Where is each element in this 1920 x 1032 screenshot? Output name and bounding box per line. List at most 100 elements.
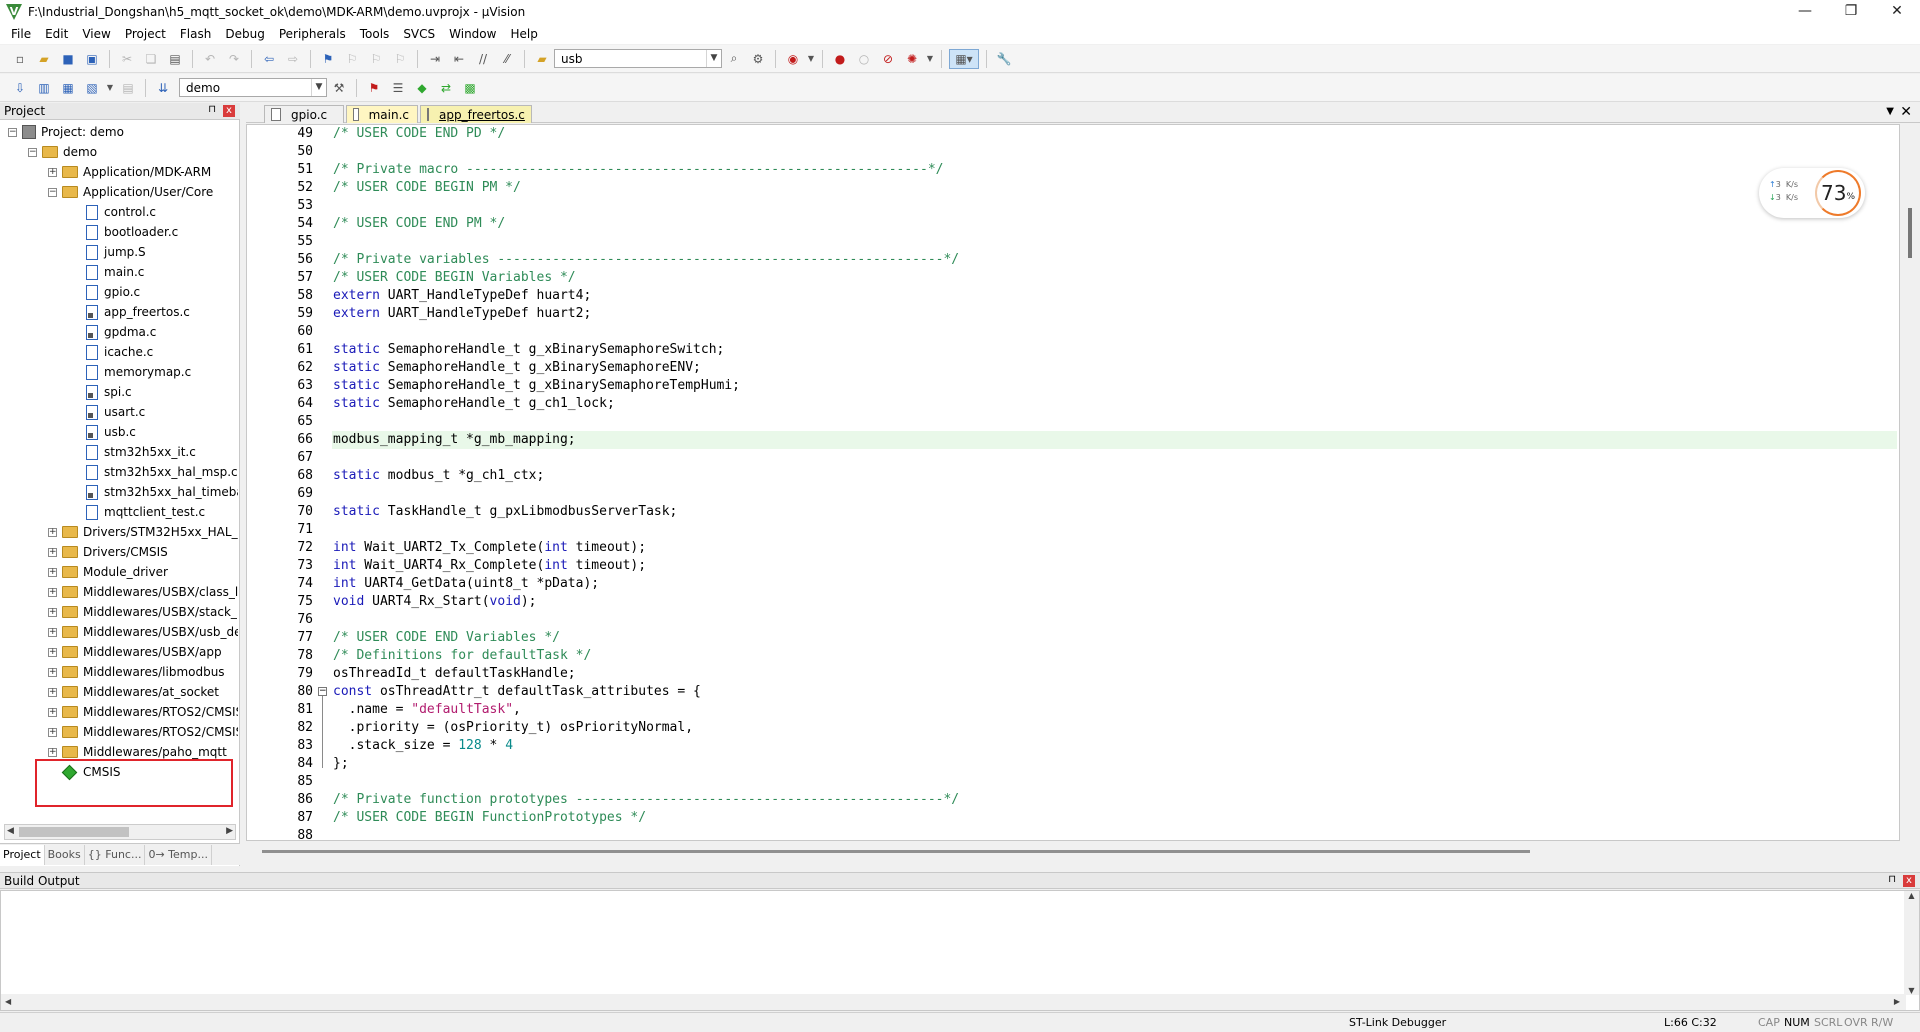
tree-item[interactable]: spi.c [86, 382, 132, 402]
tree-item[interactable]: + Drivers/STM32H5xx_HAL_Dri [48, 522, 238, 542]
chevron-down-icon[interactable]: ▼ [926, 49, 934, 69]
scroll-left-icon[interactable]: ◀ [5, 997, 11, 1006]
pin-icon[interactable]: ⊓ [208, 104, 216, 115]
network-speed-widget[interactable]: ↑3 K/s ↓3 K/s 73% [1759, 168, 1865, 218]
insert-breakpoint-icon[interactable]: ● [830, 49, 850, 69]
tree-item[interactable]: + Module_driver [48, 562, 168, 582]
tree-item[interactable]: stm32h5xx_hal_timebase [86, 482, 238, 502]
tree-item[interactable]: + Application/MDK-ARM [48, 162, 211, 182]
expand-icon[interactable]: + [48, 727, 57, 737]
window-layout-icon[interactable]: ▦▾ [949, 48, 979, 69]
expand-icon[interactable]: + [48, 667, 57, 677]
batch-build-icon[interactable]: ▧ [82, 78, 102, 98]
uncomment-icon[interactable]: ⁄⁄ [497, 49, 517, 69]
new-file-icon[interactable]: ▫ [10, 49, 30, 69]
tree-item[interactable]: icache.c [86, 342, 153, 362]
next-bookmark-icon[interactable]: ⚐ [366, 49, 386, 69]
kill-all-breakpoints-icon[interactable]: ✺ [902, 49, 922, 69]
editor-vertical-scrollbar[interactable] [1905, 124, 1920, 841]
manage-project-items-icon[interactable]: ⚑ [364, 78, 384, 98]
find-combo[interactable]: usb ▼ [554, 49, 722, 68]
indent-icon[interactable]: ⇥ [425, 49, 445, 69]
menu-debug[interactable]: Debug [218, 24, 271, 44]
pin-icon[interactable]: ⊓ [1888, 874, 1896, 885]
tree-item[interactable]: memorymap.c [86, 362, 191, 382]
chevron-down-icon[interactable]: ▼ [311, 79, 326, 96]
tree-item[interactable]: usart.c [86, 402, 145, 422]
expand-icon[interactable]: + [48, 707, 57, 717]
tree-item[interactable]: + Middlewares/RTOS2/CMSIS/F [48, 722, 238, 742]
clear-bookmarks-icon[interactable]: ⚐ [390, 49, 410, 69]
maximize-button[interactable]: ❐ [1828, 0, 1874, 24]
menu-project[interactable]: Project [118, 24, 173, 44]
pack-installer-icon[interactable]: ▩ [460, 78, 480, 98]
tree-item[interactable]: app_freertos.c [86, 302, 190, 322]
cut-icon[interactable]: ✂ [117, 49, 137, 69]
menu-svcs[interactable]: SVCS [396, 24, 442, 44]
prev-bookmark-icon[interactable]: ⚐ [342, 49, 362, 69]
tree-item[interactable]: − demo [28, 142, 97, 162]
manage-rte-icon[interactable]: ◆ [412, 78, 432, 98]
tree-item[interactable]: + Middlewares/RTOS2/CMSIS/F [48, 702, 238, 722]
tab-gpio-c[interactable]: gpio.c [264, 105, 344, 123]
tree-item[interactable]: − Application/User/Core [48, 182, 213, 202]
incremental-find-icon[interactable]: ⚙ [748, 49, 768, 69]
build-horizontal-scrollbar[interactable]: ◀ ▶ [1, 994, 1906, 1010]
tree-item[interactable]: gpio.c [86, 282, 140, 302]
expand-icon[interactable]: + [48, 547, 57, 557]
tree-item[interactable]: stm32h5xx_hal_msp.c [86, 462, 238, 482]
tree-item[interactable]: control.c [86, 202, 156, 222]
tree-item[interactable]: + Middlewares/USBX/stack_lay [48, 602, 238, 622]
close-panel-icon[interactable]: x [1903, 875, 1915, 887]
close-panel-icon[interactable]: x [223, 105, 235, 117]
scroll-down-icon[interactable]: ▼ [1904, 986, 1919, 995]
fold-collapse-icon[interactable]: − [318, 687, 327, 696]
menu-window[interactable]: Window [442, 24, 503, 44]
expand-icon[interactable]: + [48, 627, 57, 637]
debug-session-icon[interactable]: ◉ [783, 49, 803, 69]
expand-icon[interactable]: + [48, 167, 57, 177]
stop-build-icon[interactable]: ▤ [118, 78, 138, 98]
save-all-icon[interactable]: ▣ [82, 49, 102, 69]
navigate-back-icon[interactable]: ⇦ [259, 49, 279, 69]
editor-horizontal-scrollbar[interactable] [262, 850, 1530, 853]
menu-edit[interactable]: Edit [38, 24, 75, 44]
minimize-button[interactable]: — [1782, 0, 1828, 24]
tab-templates[interactable]: 0→ Temp... [145, 844, 212, 865]
expand-icon[interactable]: + [48, 527, 57, 537]
expand-icon[interactable]: + [48, 607, 57, 617]
tree-item[interactable]: + Drivers/CMSIS [48, 542, 168, 562]
tree-item[interactable]: stm32h5xx_it.c [86, 442, 196, 462]
chevron-down-icon[interactable]: ▼ [1886, 106, 1894, 117]
tree-item[interactable]: + Middlewares/USBX/usb_devi [48, 622, 238, 642]
menu-peripherals[interactable]: Peripherals [272, 24, 353, 44]
expand-icon[interactable]: + [48, 587, 57, 597]
tab-books[interactable]: Books [45, 844, 85, 865]
expand-icon[interactable]: + [48, 687, 57, 697]
find-icon[interactable]: ⌕ [724, 49, 744, 69]
scrollbar-thumb[interactable] [1908, 208, 1912, 258]
close-window-button[interactable]: ✕ [1874, 0, 1920, 24]
find-in-files-icon[interactable]: ▰ [532, 49, 552, 69]
navigate-forward-icon[interactable]: ⇨ [283, 49, 303, 69]
paste-icon[interactable]: ▤ [165, 49, 185, 69]
configure-icon[interactable]: 🔧 [994, 49, 1014, 69]
tab-project[interactable]: Project [0, 844, 45, 865]
tree-item[interactable]: + Middlewares/at_socket [48, 682, 219, 702]
project-horizontal-scrollbar[interactable]: ◀ ▶ [4, 824, 236, 840]
scroll-right-icon[interactable]: ▶ [1894, 997, 1900, 1006]
tree-item[interactable]: main.c [86, 262, 144, 282]
build-output-pane[interactable]: ▲ ▼ ◀ ▶ [0, 890, 1920, 1011]
target-options-icon[interactable]: ⚒ [329, 78, 349, 98]
menu-help[interactable]: Help [503, 24, 544, 44]
tree-item[interactable]: jump.S [86, 242, 146, 262]
chevron-down-icon[interactable]: ▼ [706, 50, 721, 67]
close-tab-icon[interactable]: ✕ [1900, 104, 1912, 120]
tree-item[interactable]: + Middlewares/USBX/class_lay [48, 582, 238, 602]
tree-item[interactable]: usb.c [86, 422, 136, 442]
tree-item[interactable]: + Middlewares/libmodbus [48, 662, 225, 682]
expand-icon[interactable]: + [48, 747, 57, 757]
tab-app-freertos-c[interactable]: app_freertos.c [420, 105, 532, 123]
chevron-down-icon[interactable]: ▼ [106, 78, 114, 98]
comment-icon[interactable]: // [473, 49, 493, 69]
